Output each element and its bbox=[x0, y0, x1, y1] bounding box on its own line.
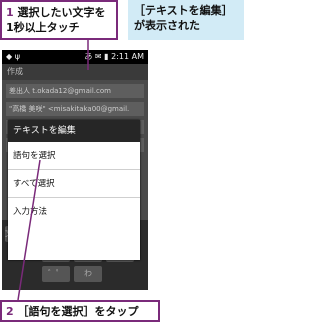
key-wa[interactable]: わ bbox=[74, 266, 102, 282]
status-icons-left: ◆ ψ bbox=[6, 52, 20, 61]
status-bar: ◆ ψ あ ✉ ▮ 2:11 AM bbox=[2, 50, 148, 64]
result-text-line2: が表示された bbox=[134, 19, 200, 32]
step1-callout: 1 選択したい文字を 1秒以上タッチ bbox=[0, 0, 118, 40]
from-field[interactable]: 差出人 t.okada12@gmail.com bbox=[6, 84, 144, 98]
compose-title: 作成 bbox=[7, 67, 23, 76]
menu-item-input-method[interactable]: 入力方法 bbox=[8, 198, 140, 226]
to-field[interactable]: "高橋 美咲" <misakitaka00@gmail. bbox=[6, 102, 144, 116]
result-text-line1: ［テキストを編集］ bbox=[134, 4, 233, 17]
compose-title-bar: 作成 bbox=[2, 64, 148, 80]
step1-text-line1: 選択したい文字を bbox=[17, 6, 106, 19]
step2-number: 2 bbox=[6, 305, 14, 318]
menu-item-select-all[interactable]: すべて選択 bbox=[8, 170, 140, 198]
status-icons-right: あ ✉ ▮ 2:11 AM bbox=[84, 52, 144, 61]
step1-number: 1 bbox=[6, 6, 14, 19]
key-dakuten[interactable]: ゛゜ bbox=[42, 266, 70, 282]
edit-text-dialog: テキストを編集 語句を選択 すべて選択 入力方法 bbox=[8, 120, 140, 260]
menu-item-select-word[interactable]: 語句を選択 bbox=[8, 142, 140, 170]
dialog-title: テキストを編集 bbox=[8, 120, 140, 142]
step2-text: ［語句を選択］をタップ bbox=[17, 305, 139, 318]
step2-callout: 2 ［語句を選択］をタップ bbox=[0, 300, 160, 322]
result-callout: ［テキストを編集］ が表示された bbox=[128, 0, 244, 40]
step1-text-line2: 1秒以上タッチ bbox=[6, 21, 80, 34]
